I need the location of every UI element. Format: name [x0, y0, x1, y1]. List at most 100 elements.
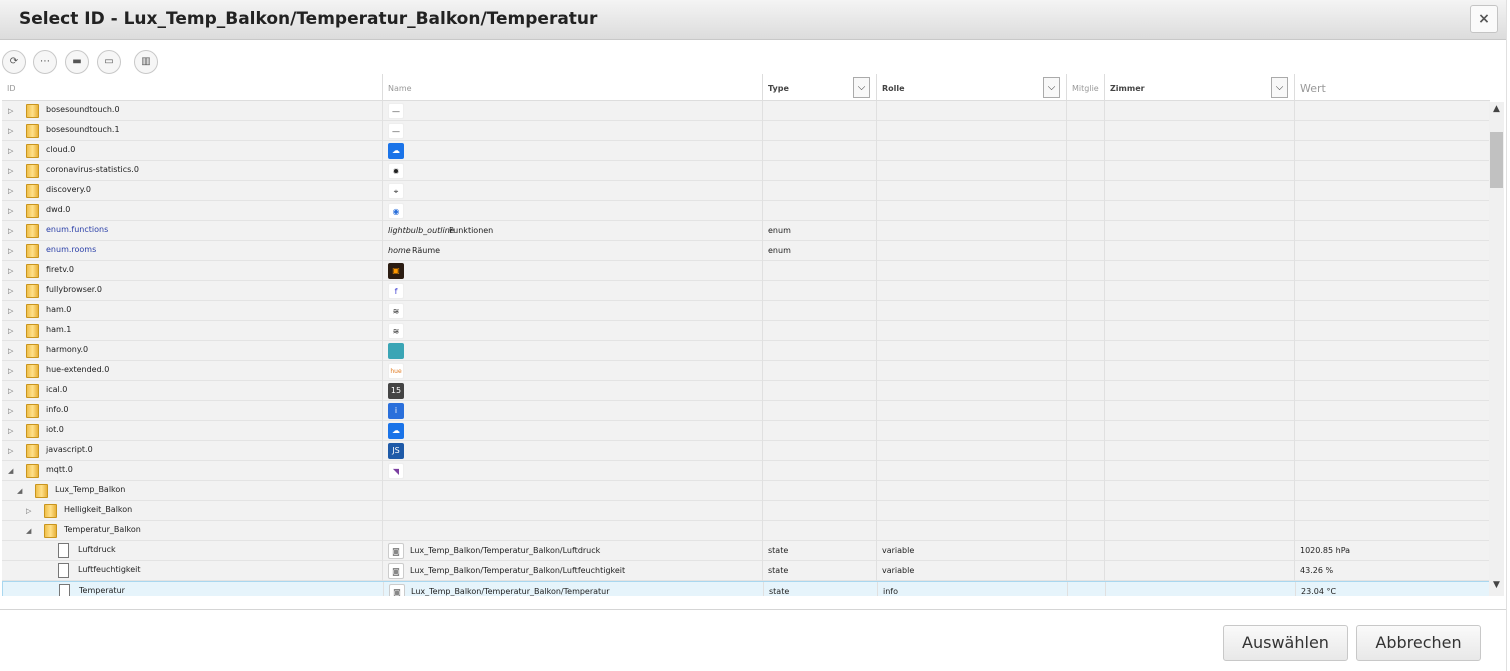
expand-toggle-icon[interactable]: ▷ — [8, 366, 16, 376]
expand-toggle-icon[interactable]: ▷ — [8, 186, 16, 196]
id-cell[interactable]: ▷ iot.0 — [2, 421, 382, 441]
column-header-id[interactable]: ID — [2, 74, 16, 101]
id-cell[interactable]: ▷ bosesoundtouch.1 — [2, 121, 382, 141]
type-cell: state — [763, 582, 877, 596]
tree-row-javascript-0[interactable]: ▷ javascript.0 JS — [2, 441, 1490, 461]
column-header-name[interactable]: Name — [382, 74, 762, 101]
id-cell[interactable]: ▷ harmony.0 — [2, 341, 382, 361]
collapse-all-button[interactable]: ▬ — [65, 50, 89, 74]
tree-row-dwd-0[interactable]: ▷ dwd.0 ◉ — [2, 201, 1490, 221]
refresh-button[interactable]: ⟳ — [2, 50, 26, 74]
tree-row-bosesoundtouch-0[interactable]: ▷ bosesoundtouch.0 — — [2, 101, 1490, 121]
room-cell — [1104, 301, 1294, 321]
expand-toggle-icon[interactable]: ▷ — [8, 386, 16, 396]
expand-toggle-icon[interactable]: ▷ — [8, 426, 16, 436]
tree-row-enum-rooms[interactable]: ▷ enum.rooms enum home Räume — [2, 241, 1490, 261]
zimmer-filter-dropdown[interactable]: ⌵ — [1271, 77, 1288, 98]
column-header-wert[interactable]: Wert — [1294, 74, 1490, 101]
id-cell[interactable]: ◢ Lux_Temp_Balkon — [2, 481, 382, 501]
expand-toggle-icon[interactable]: ▷ — [26, 506, 34, 516]
expand-toggle-icon[interactable]: ▷ — [8, 126, 16, 136]
id-cell[interactable]: ▷ fullybrowser.0 — [2, 281, 382, 301]
id-cell[interactable]: ▷ bosesoundtouch.0 — [2, 101, 382, 121]
expand-toggle-icon[interactable]: ▷ — [8, 246, 16, 256]
columns-button[interactable]: ▥ — [134, 50, 158, 74]
id-cell[interactable]: Luftdruck — [2, 541, 382, 561]
id-cell[interactable]: ▷ Helligkeit_Balkon — [2, 501, 382, 521]
type-filter-dropdown[interactable]: ⌵ — [853, 77, 870, 98]
collapse-toggle-icon[interactable]: ◢ — [8, 466, 16, 476]
tree-row-hue-extended-0[interactable]: ▷ hue-extended.0 hue — [2, 361, 1490, 381]
type-cell: enum — [762, 221, 876, 241]
id-cell[interactable]: ▷ discovery.0 — [2, 181, 382, 201]
tree-row-enum-functions[interactable]: ▷ enum.functions enum lightbulb_outline Funk… — [2, 221, 1490, 241]
id-cell[interactable]: ▷ info.0 — [2, 401, 382, 421]
id-cell[interactable]: Luftfeuchtigkeit — [2, 561, 382, 581]
tree-row-lux-temp-balkon[interactable]: ◢ Lux_Temp_Balkon — [2, 481, 1490, 501]
expand-toggle-icon[interactable]: ▷ — [8, 306, 16, 316]
folder-icon — [26, 404, 39, 418]
collapse-toggle-icon[interactable]: ◢ — [17, 486, 25, 496]
id-cell[interactable]: ▷ enum.rooms — [2, 241, 382, 261]
vertical-scrollbar[interactable]: ▲ ▼ — [1489, 102, 1504, 596]
rolle-filter-dropdown[interactable]: ⌵ — [1043, 77, 1060, 98]
tree-row-fullybrowser-0[interactable]: ▷ fullybrowser.0 f — [2, 281, 1490, 301]
expand-toggle-icon[interactable]: ▷ — [8, 286, 16, 296]
tree-row-mqtt-0[interactable]: ◢ mqtt.0 ◥ — [2, 461, 1490, 481]
tree-row-ham-0[interactable]: ▷ ham.0 ≋ — [2, 301, 1490, 321]
expand-toggle-icon[interactable]: ▷ — [8, 326, 16, 336]
id-cell[interactable]: ▷ dwd.0 — [2, 201, 382, 221]
tree-row-helligkeit-balkon[interactable]: ▷ Helligkeit_Balkon — [2, 501, 1490, 521]
expand-toggle-icon[interactable]: ▷ — [8, 146, 16, 156]
expand-toggle-icon[interactable]: ▷ — [8, 346, 16, 356]
tree-row-coronavirus-statistics-0[interactable]: ▷ coronavirus-statistics.0 ✹ — [2, 161, 1490, 181]
tree-row-harmony-0[interactable]: ▷ harmony.0 — [2, 341, 1490, 361]
collapse-toggle-icon[interactable]: ◢ — [26, 526, 34, 536]
tree-row-info-0[interactable]: ▷ info.0 i — [2, 401, 1490, 421]
close-button[interactable]: × — [1470, 5, 1498, 33]
id-label: Lux_Temp_Balkon — [55, 485, 126, 494]
select-button[interactable]: Auswählen — [1223, 625, 1348, 661]
name-cell — [382, 181, 762, 201]
expand-toggle-icon[interactable]: ▷ — [8, 446, 16, 456]
members-cell — [1066, 381, 1104, 401]
scrollbar-thumb[interactable] — [1490, 132, 1503, 188]
role-cell — [876, 181, 1066, 201]
expand-toggle-icon[interactable]: ▷ — [8, 266, 16, 276]
expand-toggle-icon[interactable]: ▷ — [8, 226, 16, 236]
list-view-button[interactable]: ⋯ — [33, 50, 57, 74]
tree-row-temperatur[interactable]: Temperatur state info 23.04 °C ◙ Lux_Temp_Bal… — [2, 581, 1490, 596]
id-cell[interactable]: ▷ ham.1 — [2, 321, 382, 341]
expand-all-button[interactable]: ▭ — [97, 50, 121, 74]
expand-toggle-icon[interactable]: ▷ — [8, 406, 16, 416]
tree-row-discovery-0[interactable]: ▷ discovery.0 ⌖ — [2, 181, 1490, 201]
tree-row-ham-1[interactable]: ▷ ham.1 ≋ — [2, 321, 1490, 341]
id-cell[interactable]: ▷ javascript.0 — [2, 441, 382, 461]
scroll-down-icon[interactable]: ▼ — [1489, 580, 1504, 594]
id-cell[interactable]: ▷ ham.0 — [2, 301, 382, 321]
tree-row-luftfeuchtigkeit[interactable]: Luftfeuchtigkeit state variable 43.26 % ◙ Lux… — [2, 561, 1490, 581]
scroll-up-icon[interactable]: ▲ — [1489, 104, 1504, 118]
id-cell[interactable]: ◢ mqtt.0 — [2, 461, 382, 481]
id-cell[interactable]: ▷ enum.functions — [2, 221, 382, 241]
tree-row-ical-0[interactable]: ▷ ical.0 15 — [2, 381, 1490, 401]
expand-toggle-icon[interactable]: ▷ — [8, 166, 16, 176]
id-cell[interactable]: ▷ hue-extended.0 — [2, 361, 382, 381]
id-cell[interactable]: ◢ Temperatur_Balkon — [2, 521, 382, 541]
tree-row-temperatur-balkon[interactable]: ◢ Temperatur_Balkon — [2, 521, 1490, 541]
id-cell[interactable]: Temperatur — [3, 582, 383, 596]
tree-row-luftdruck[interactable]: Luftdruck state variable 1020.85 hPa ◙ Lux_Te… — [2, 541, 1490, 561]
column-header-mitglieder[interactable]: Mitglie — [1066, 74, 1104, 101]
tree-row-iot-0[interactable]: ▷ iot.0 ☁ — [2, 421, 1490, 441]
id-cell[interactable]: ▷ cloud.0 — [2, 141, 382, 161]
id-cell[interactable]: ▷ ical.0 — [2, 381, 382, 401]
cancel-button[interactable]: Abbrechen — [1356, 625, 1481, 661]
tree-row-cloud-0[interactable]: ▷ cloud.0 ☁ — [2, 141, 1490, 161]
type-cell — [762, 441, 876, 461]
tree-row-firetv-0[interactable]: ▷ firetv.0 ▣ — [2, 261, 1490, 281]
expand-toggle-icon[interactable]: ▷ — [8, 206, 16, 216]
id-cell[interactable]: ▷ firetv.0 — [2, 261, 382, 281]
tree-row-bosesoundtouch-1[interactable]: ▷ bosesoundtouch.1 — — [2, 121, 1490, 141]
id-cell[interactable]: ▷ coronavirus-statistics.0 — [2, 161, 382, 181]
expand-toggle-icon[interactable]: ▷ — [8, 106, 16, 116]
